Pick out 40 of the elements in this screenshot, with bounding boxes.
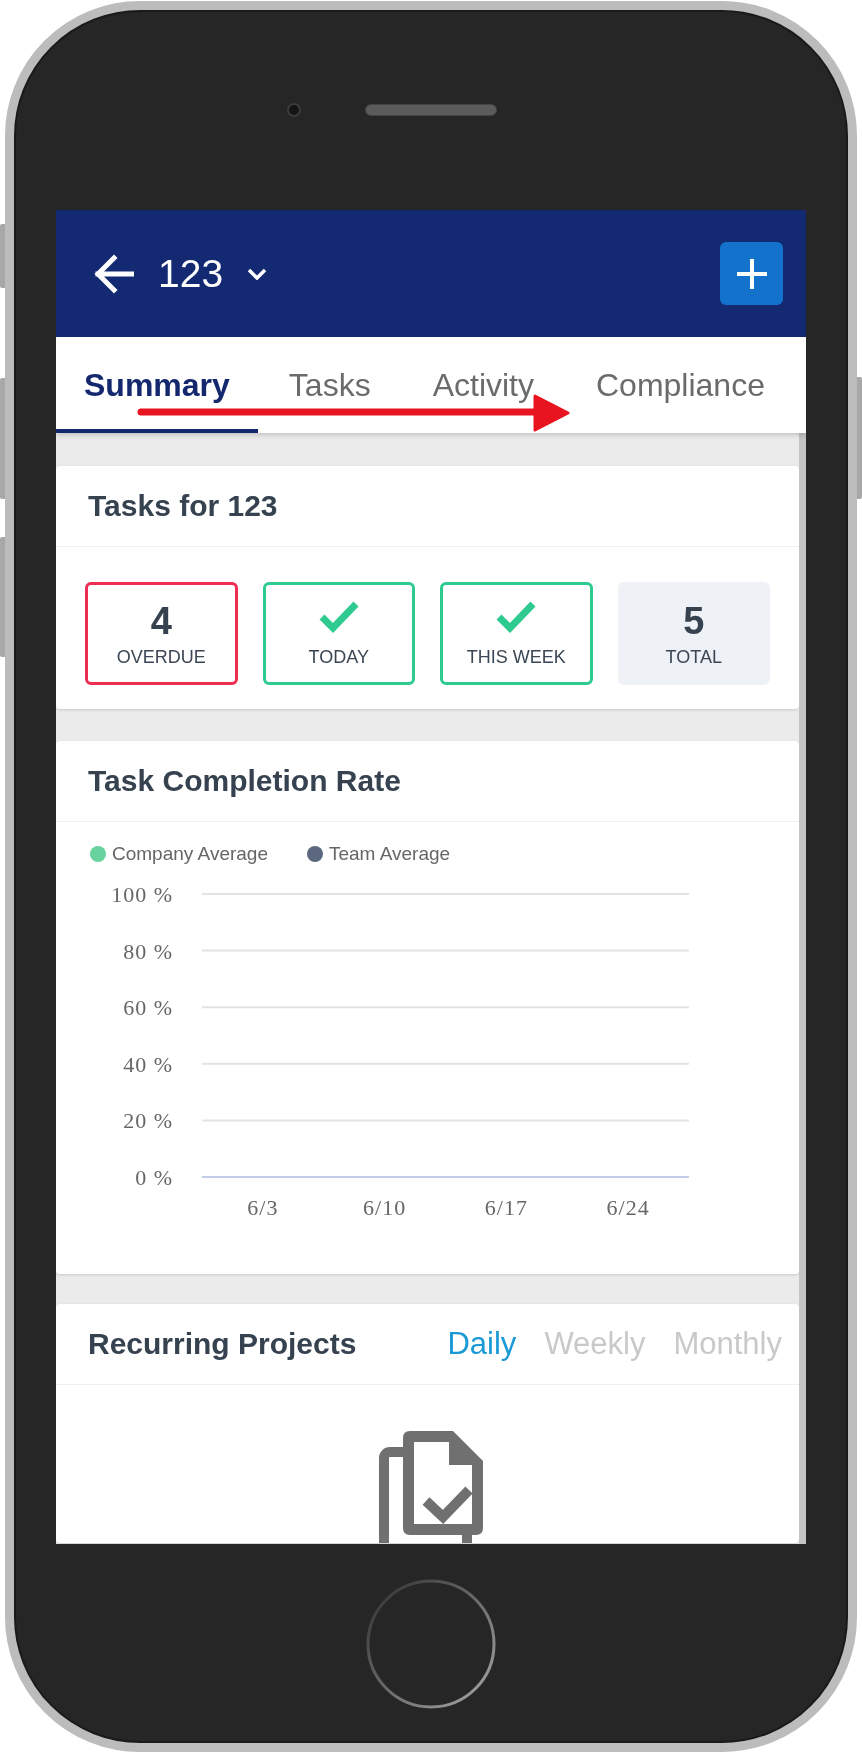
- card-title: Recurring Projects: [88, 1327, 357, 1361]
- stat-label: TODAY: [308, 646, 369, 668]
- tab[interactable]: Summary: [56, 337, 258, 433]
- y-axis-label: 40 %: [123, 1051, 173, 1077]
- camera-icon: [287, 103, 301, 117]
- card-title: Task Completion Rate: [88, 764, 401, 798]
- tab[interactable]: Activity: [401, 337, 565, 433]
- tab[interactable]: Tasks: [257, 337, 402, 433]
- stat-label: OVERDUE: [116, 646, 206, 668]
- scrollbar[interactable]: [799, 433, 806, 1544]
- x-axis-label: 6/3: [247, 1195, 279, 1220]
- y-axis-label: 20 %: [123, 1108, 173, 1134]
- home-button[interactable]: [365, 1577, 497, 1710]
- x-axis-label: 6/17: [484, 1195, 528, 1220]
- y-axis-label: 0 %: [135, 1165, 173, 1190]
- tab[interactable]: Compliance: [565, 337, 796, 433]
- plus-icon: [736, 258, 767, 289]
- y-axis-label: 80 %: [123, 938, 173, 964]
- checkmark-icon: [318, 601, 359, 633]
- speaker-grille-icon: [365, 104, 497, 116]
- card-title: Tasks for 123: [88, 489, 278, 523]
- stat-tile[interactable]: 5 TOTAL: [617, 582, 770, 685]
- add-button[interactable]: [720, 242, 783, 305]
- legend-label: Company Average: [112, 844, 268, 864]
- x-axis-label: 6/10: [363, 1195, 407, 1220]
- y-axis-label: 100 %: [111, 882, 173, 907]
- project-dropdown[interactable]: 123: [158, 250, 268, 297]
- stat-tile[interactable]: 4 OVERDUE: [85, 582, 238, 685]
- stat-tile[interactable]: TODAY: [262, 582, 415, 685]
- stat-tile[interactable]: THIS WEEK: [440, 582, 593, 685]
- y-axis-label: 60 %: [123, 995, 173, 1021]
- legend-label: Team Average: [329, 844, 451, 864]
- stat-label: THIS WEEK: [466, 646, 566, 668]
- back-arrow-icon[interactable]: [92, 253, 134, 294]
- x-axis-label: 6/24: [606, 1195, 650, 1220]
- checkmark-icon: [496, 601, 537, 633]
- stat-label: TOTAL: [665, 646, 722, 668]
- stat-count: 4: [150, 599, 172, 643]
- stat-count: 5: [683, 599, 705, 643]
- chevron-down-icon: [247, 267, 268, 280]
